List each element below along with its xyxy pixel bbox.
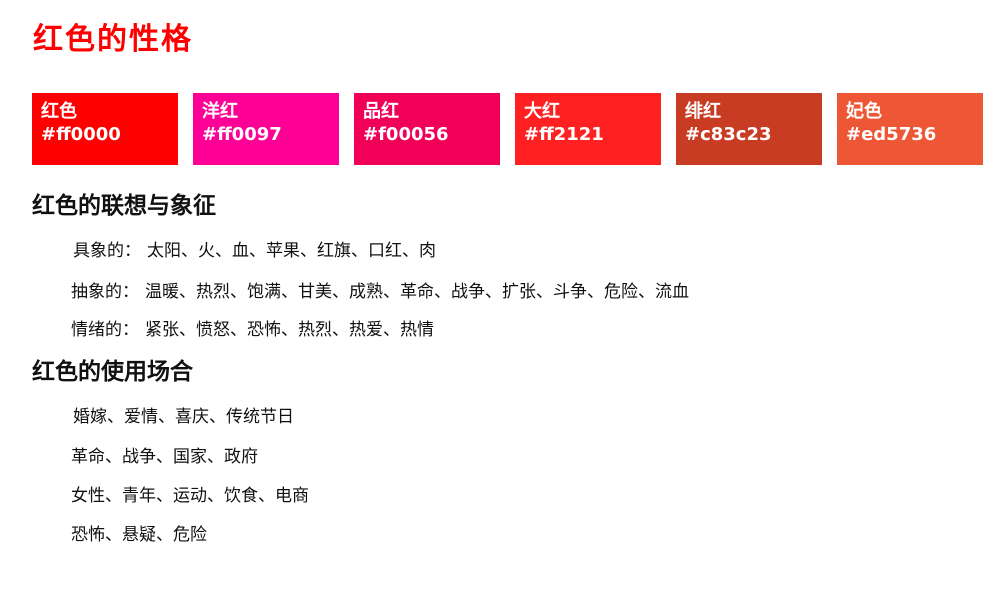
color-swatch-red: 红色 #ff0000	[32, 93, 178, 165]
swatch-hex: #ff0097	[202, 124, 282, 145]
association-abstract: 抽象的： 温暖、热烈、饱满、甘美、成熟、革命、战争、扩张、斗争、危险、流血	[71, 281, 689, 303]
association-concrete: 具象的： 太阳、火、血、苹果、红旗、口红、肉	[73, 240, 436, 262]
association-label: 具象的：	[73, 241, 141, 261]
swatch-name: 大红	[524, 101, 560, 122]
association-label: 抽象的：	[71, 282, 139, 302]
usage-heading: 红色的使用场合	[32, 359, 193, 385]
association-content: 太阳、火、血、苹果、红旗、口红、肉	[147, 241, 436, 261]
color-swatch-magenta: 洋红 #ff0097	[193, 93, 339, 165]
association-emotional: 情绪的： 紧张、愤怒、恐怖、热烈、热爱、热情	[71, 319, 434, 341]
swatch-hex: #ed5736	[846, 124, 937, 145]
color-swatch-bigred: 大红 #ff2121	[515, 93, 661, 165]
color-swatch-row: 红色 #ff0000 洋红 #ff0097 品红 #f00056 大红 #ff2…	[32, 93, 984, 165]
associations-heading: 红色的联想与象征	[32, 193, 216, 219]
usage-item: 婚嫁、爱情、喜庆、传统节日	[73, 407, 294, 427]
usage-item: 革命、战争、国家、政府	[71, 447, 258, 467]
association-label: 情绪的：	[71, 320, 139, 340]
association-content: 紧张、愤怒、恐怖、热烈、热爱、热情	[145, 320, 434, 340]
usage-item: 女性、青年、运动、饮食、电商	[71, 486, 309, 506]
usage-item: 恐怖、悬疑、危险	[71, 525, 207, 545]
swatch-name: 洋红	[202, 101, 238, 122]
swatch-hex: #ff0000	[41, 124, 121, 145]
color-swatch-crimson: 绯红 #c83c23	[676, 93, 822, 165]
swatch-name: 妃色	[846, 101, 882, 122]
color-swatch-pinkred: 品红 #f00056	[354, 93, 500, 165]
page-title: 红色的性格	[33, 22, 193, 57]
swatch-hex: #f00056	[363, 124, 449, 145]
swatch-name: 品红	[363, 101, 399, 122]
color-swatch-consort: 妃色 #ed5736	[837, 93, 983, 165]
swatch-name: 红色	[41, 101, 77, 122]
swatch-hex: #c83c23	[685, 124, 772, 145]
swatch-name: 绯红	[685, 101, 721, 122]
association-content: 温暖、热烈、饱满、甘美、成熟、革命、战争、扩张、斗争、危险、流血	[145, 282, 689, 302]
swatch-hex: #ff2121	[524, 124, 604, 145]
